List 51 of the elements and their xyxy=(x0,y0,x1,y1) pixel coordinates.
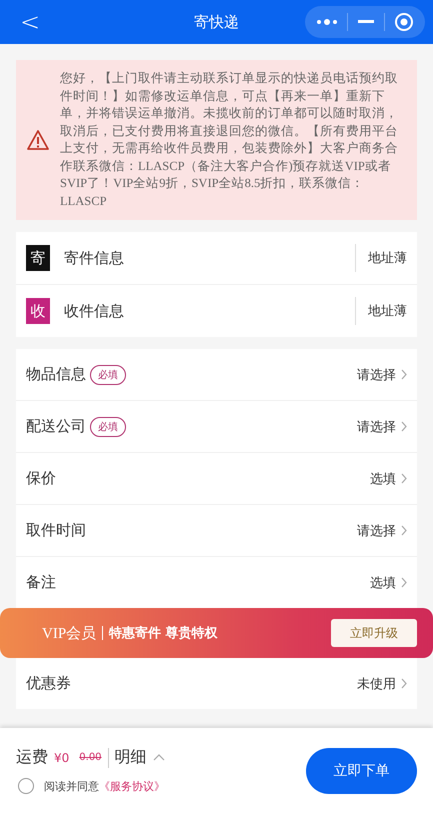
page-title: 寄快递 xyxy=(194,12,239,32)
form-row[interactable]: 物品信息 必填 请选择 xyxy=(16,349,417,400)
agreement-link[interactable]: 《服务协议》 xyxy=(99,778,165,794)
fee-label: 运费 xyxy=(16,747,48,768)
vip-subtitle: 特惠寄件 尊贵特权 xyxy=(109,624,218,642)
field-value: 选填 xyxy=(370,470,396,488)
address-label[interactable]: 收件信息 xyxy=(64,302,124,320)
field-label: 保价 xyxy=(26,469,56,488)
field-label: 取件时间 xyxy=(26,521,86,540)
notice-text: 您好，【上门取件请主动联系订单显示的快递员电话预约取件时间！】如需修改运单信息，可点【再来一单】重新下单，并将错误运单撤消。未揽收前的订单都可以随时取消，取消后，已支付费用将直接退回您的微信。【所有费用平台上支付，无需再给收件员费用，包装费除外】大客户商务合作联系微信：LLASCP（备注大客户合作)预存就送VIP或者SVIP了！VIP全站9折，SVIP全站8.5折扣，联系微信：LLASCP xyxy=(60,70,399,210)
field-value: 选填 xyxy=(370,574,396,592)
required-tag: 必填 xyxy=(90,364,126,384)
field-label: 备注 xyxy=(26,573,56,592)
chevron-icon xyxy=(401,577,407,588)
chevron-icon xyxy=(401,369,407,380)
field-value: 未使用 xyxy=(357,676,396,692)
form-row[interactable]: 优惠券 未使用 xyxy=(16,658,417,709)
address-book-link[interactable]: 地址薄 xyxy=(355,244,407,272)
address-label[interactable]: 寄件信息 xyxy=(64,248,124,268)
field-label: 物品信息 xyxy=(26,365,86,384)
price: ¥0 xyxy=(54,750,70,764)
back-button[interactable]: < xyxy=(20,8,40,36)
agree-radio[interactable] xyxy=(18,778,34,794)
field-label: 优惠券 xyxy=(26,674,71,693)
form-row[interactable]: 取件时间 请选择 xyxy=(16,504,417,556)
agree-text: 阅读并同意 xyxy=(44,778,99,794)
upgrade-button[interactable]: 立即升级 xyxy=(331,619,417,647)
chevron-icon xyxy=(401,678,407,689)
close-icon[interactable] xyxy=(394,12,414,32)
address-book-link[interactable]: 地址薄 xyxy=(355,297,407,325)
chevron-icon xyxy=(401,421,407,432)
field-value: 请选择 xyxy=(357,366,396,384)
minimize-icon[interactable] xyxy=(358,20,374,24)
form-row[interactable]: 保价 选填 xyxy=(16,452,417,504)
details-button[interactable]: 明细 xyxy=(114,747,147,768)
address-badge: 寄 xyxy=(26,245,50,271)
more-icon[interactable] xyxy=(316,18,338,26)
field-value: 请选择 xyxy=(357,418,396,436)
required-tag: 必填 xyxy=(90,416,126,436)
warning-icon xyxy=(26,129,50,151)
original-price: 0.00 xyxy=(79,752,102,763)
form-row[interactable]: 配送公司 必填 请选择 xyxy=(16,400,417,452)
chevron-icon xyxy=(401,525,407,536)
address-badge: 收 xyxy=(26,298,50,324)
caret-icon[interactable] xyxy=(152,754,165,761)
vip-banner[interactable]: VIP会员 特惠寄件 尊贵特权 立即升级 xyxy=(0,608,433,658)
vip-title: VIP会员 xyxy=(42,624,96,642)
field-value: 请选择 xyxy=(357,522,396,540)
submit-button[interactable]: 立即下单 xyxy=(306,748,417,794)
chevron-icon xyxy=(401,473,407,484)
field-label: 配送公司 xyxy=(26,417,86,436)
